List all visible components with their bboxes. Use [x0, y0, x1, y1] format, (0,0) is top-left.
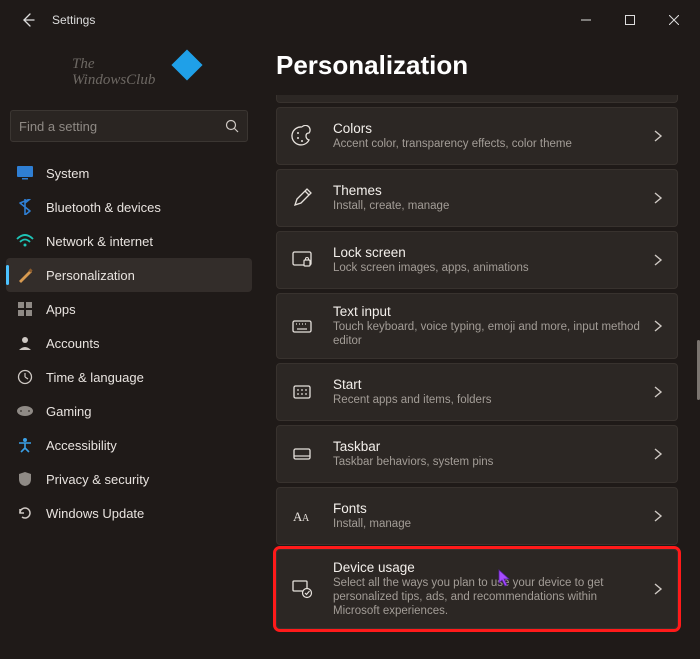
settings-card-lockscreen[interactable]: Lock screen Lock screen images, apps, an… — [276, 231, 678, 289]
sidebar-item-accessibility[interactable]: Accessibility — [6, 428, 252, 462]
wifi-icon — [16, 232, 34, 250]
back-button[interactable] — [12, 4, 44, 36]
person-icon — [16, 334, 34, 352]
chevron-right-icon — [653, 386, 663, 398]
window-controls — [564, 4, 696, 36]
settings-card-textinput[interactable]: Text input Touch keyboard, voice typing,… — [276, 293, 678, 359]
sidebar-item-label: Personalization — [46, 268, 135, 283]
card-title: Themes — [333, 183, 643, 198]
settings-card-fonts[interactable]: AA Fonts Install, manage — [276, 487, 678, 545]
card-subtitle: Select all the ways you plan to use your… — [333, 576, 643, 618]
fonts-icon: AA — [289, 503, 315, 529]
settings-list: Colors Accent color, transparency effect… — [276, 95, 688, 629]
sidebar: The WindowsClub System Bluetooth & devic… — [0, 40, 258, 659]
sidebar-item-system[interactable]: System — [6, 156, 252, 190]
logo-text: The WindowsClub — [72, 56, 155, 88]
card-subtitle: Accent color, transparency effects, colo… — [333, 137, 643, 151]
sidebar-item-label: Privacy & security — [46, 472, 149, 487]
minimize-button[interactable] — [564, 4, 608, 36]
logo-line1: The — [72, 56, 155, 72]
card-title: Lock screen — [333, 245, 643, 260]
chevron-right-icon — [653, 130, 663, 142]
bluetooth-icon — [16, 198, 34, 216]
maximize-icon — [625, 15, 635, 25]
page-title: Personalization — [276, 50, 688, 81]
start-icon — [289, 379, 315, 405]
sidebar-item-label: Accounts — [46, 336, 99, 351]
sidebar-item-label: Network & internet — [46, 234, 153, 249]
settings-card-colors[interactable]: Colors Accent color, transparency effect… — [276, 107, 678, 165]
sidebar-nav: System Bluetooth & devices Network & int… — [6, 156, 252, 530]
paintbrush-icon — [16, 266, 34, 284]
sidebar-item-label: Windows Update — [46, 506, 144, 521]
card-partial-above[interactable] — [276, 95, 678, 103]
card-title: Taskbar — [333, 439, 643, 454]
search-box[interactable] — [10, 110, 248, 142]
taskbar-icon — [289, 441, 315, 467]
chevron-right-icon — [653, 510, 663, 522]
accessibility-icon — [16, 436, 34, 454]
svg-text:A: A — [302, 513, 310, 524]
minimize-icon — [581, 15, 591, 25]
close-button[interactable] — [652, 4, 696, 36]
chevron-right-icon — [653, 254, 663, 266]
card-subtitle: Install, create, manage — [333, 199, 643, 213]
sidebar-item-accounts[interactable]: Accounts — [6, 326, 252, 360]
logo-square-icon — [171, 49, 202, 80]
sidebar-item-label: System — [46, 166, 89, 181]
card-title: Colors — [333, 121, 643, 136]
update-icon — [16, 504, 34, 522]
sidebar-item-windows-update[interactable]: Windows Update — [6, 496, 252, 530]
sidebar-item-bluetooth[interactable]: Bluetooth & devices — [6, 190, 252, 224]
settings-card-device-usage[interactable]: Device usage Select all the ways you pla… — [276, 549, 678, 629]
pen-icon — [289, 185, 315, 211]
logo-line2: WindowsClub — [72, 72, 155, 88]
card-title: Device usage — [333, 560, 643, 575]
chevron-right-icon — [653, 192, 663, 204]
card-title: Fonts — [333, 501, 643, 516]
card-title: Text input — [333, 304, 643, 319]
monitor-icon — [16, 164, 34, 182]
gamepad-icon — [16, 402, 34, 420]
maximize-button[interactable] — [608, 4, 652, 36]
settings-card-taskbar[interactable]: Taskbar Taskbar behaviors, system pins — [276, 425, 678, 483]
chevron-right-icon — [653, 448, 663, 460]
card-subtitle: Lock screen images, apps, animations — [333, 261, 643, 275]
sidebar-item-personalization[interactable]: Personalization — [6, 258, 252, 292]
sidebar-item-label: Gaming — [46, 404, 92, 419]
search-input[interactable] — [19, 119, 225, 134]
card-subtitle: Taskbar behaviors, system pins — [333, 455, 643, 469]
keyboard-icon — [289, 313, 315, 339]
sidebar-item-label: Accessibility — [46, 438, 117, 453]
chevron-right-icon — [653, 320, 663, 332]
palette-icon — [289, 123, 315, 149]
logo: The WindowsClub — [6, 48, 252, 110]
lockscreen-icon — [289, 247, 315, 273]
main-content: Personalization Colors Accent color, tra… — [258, 40, 700, 659]
settings-card-themes[interactable]: Themes Install, create, manage — [276, 169, 678, 227]
card-title: Start — [333, 377, 643, 392]
app-title: Settings — [52, 13, 95, 27]
sidebar-item-label: Time & language — [46, 370, 144, 385]
card-subtitle: Install, manage — [333, 517, 643, 531]
sidebar-item-label: Apps — [46, 302, 76, 317]
card-subtitle: Touch keyboard, voice typing, emoji and … — [333, 320, 643, 348]
apps-icon — [16, 300, 34, 318]
sidebar-item-time-language[interactable]: Time & language — [6, 360, 252, 394]
sidebar-item-privacy[interactable]: Privacy & security — [6, 462, 252, 496]
search-icon — [225, 119, 239, 133]
titlebar: Settings — [0, 0, 700, 40]
clock-globe-icon — [16, 368, 34, 386]
sidebar-item-apps[interactable]: Apps — [6, 292, 252, 326]
chevron-right-icon — [653, 583, 663, 595]
card-subtitle: Recent apps and items, folders — [333, 393, 643, 407]
device-usage-icon — [289, 576, 315, 602]
arrow-left-icon — [20, 12, 36, 28]
sidebar-item-network[interactable]: Network & internet — [6, 224, 252, 258]
shield-icon — [16, 470, 34, 488]
sidebar-item-gaming[interactable]: Gaming — [6, 394, 252, 428]
settings-card-start[interactable]: Start Recent apps and items, folders — [276, 363, 678, 421]
close-icon — [669, 15, 679, 25]
sidebar-item-label: Bluetooth & devices — [46, 200, 161, 215]
